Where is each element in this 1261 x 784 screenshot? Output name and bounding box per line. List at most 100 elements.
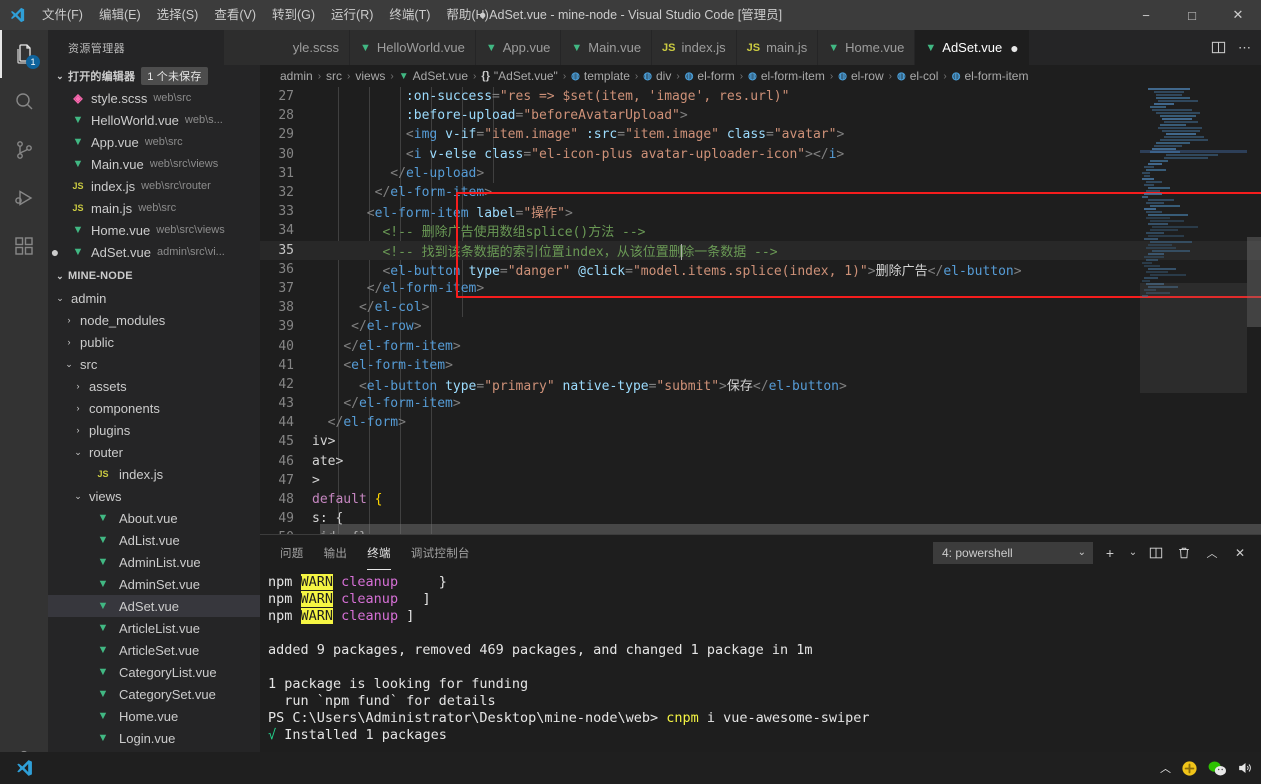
code-line[interactable]: 48 default {	[260, 490, 1261, 509]
editor-tab[interactable]: ▼ AdSet.vue ●	[915, 30, 1030, 65]
tree-file[interactable]: JS index.js	[48, 463, 260, 485]
tree-folder[interactable]: › components	[48, 397, 260, 419]
panel-tab-terminal[interactable]: 终端	[357, 535, 401, 570]
code-line[interactable]: 31 </el-upload>	[260, 164, 1261, 183]
tray-volume-icon[interactable]	[1237, 760, 1253, 776]
terminal-selector[interactable]: 4: powershell ⌄	[933, 541, 1093, 564]
tray-wechat-icon[interactable]	[1208, 760, 1227, 777]
code-line[interactable]: 28 :before-upload="beforeAvatarUpload">	[260, 106, 1261, 125]
taskbar-vscode-icon[interactable]	[4, 752, 44, 784]
tree-file[interactable]: ▼ Home.vue	[48, 705, 260, 727]
breadcrumb-item[interactable]: ◍ el-row	[838, 69, 883, 83]
code-editor[interactable]: 27 :on-success="res => $set(item, 'image…	[260, 87, 1261, 534]
activity-explorer-icon[interactable]: 1	[0, 30, 48, 78]
new-terminal-dropdown-icon[interactable]: ⌄	[1127, 542, 1139, 564]
code-line[interactable]: 40 </el-form-item>	[260, 336, 1261, 355]
code-line[interactable]: 33 <el-form-item label="操作">	[260, 202, 1261, 221]
breadcrumb-item[interactable]: admin	[280, 69, 313, 83]
editor-horizontal-scrollbar[interactable]	[320, 524, 1261, 534]
tree-file[interactable]: ▼ AdminSet.vue	[48, 573, 260, 595]
breadcrumb-item[interactable]: ◍ el-form	[685, 69, 735, 83]
maximize-button[interactable]: □	[1169, 0, 1215, 30]
code-line[interactable]: 41 <el-form-item>	[260, 356, 1261, 375]
maximize-panel-icon[interactable]: ︿	[1201, 542, 1223, 564]
code-line[interactable]: 27 :on-success="res => $set(item, 'image…	[260, 87, 1261, 106]
tree-file[interactable]: ▼ Login.vue	[48, 727, 260, 749]
open-editors-header[interactable]: ⌄ 打开的编辑器 1 个未保存	[48, 65, 260, 87]
tree-folder[interactable]: ⌄ admin	[48, 287, 260, 309]
breadcrumb-item[interactable]: ◍ el-form-item	[952, 69, 1029, 83]
activity-extensions-icon[interactable]	[0, 222, 48, 270]
tree-folder[interactable]: › public	[48, 331, 260, 353]
code-line[interactable]: 32 </el-form-item>	[260, 183, 1261, 202]
open-editor-item[interactable]: ▼ Main.vue web\src\views	[48, 153, 260, 175]
code-line[interactable]: 44 </el-form>	[260, 413, 1261, 432]
breadcrumb-item[interactable]: ▼ AdSet.vue	[399, 69, 468, 83]
activity-run-debug-icon[interactable]	[0, 174, 48, 222]
code-line[interactable]: 42 <el-button type="primary" native-type…	[260, 375, 1261, 394]
menu-item-view[interactable]: 查看(V)	[206, 0, 264, 30]
open-editor-item[interactable]: ▼ App.vue web\src	[48, 131, 260, 153]
open-editor-item[interactable]: ◈ style.scss web\src	[48, 87, 260, 109]
code-line[interactable]: 39 </el-row>	[260, 317, 1261, 336]
breadcrumb-item[interactable]: ◍ div	[643, 69, 671, 83]
minimap-slider[interactable]	[1140, 283, 1247, 393]
editor-vertical-scrollbar[interactable]	[1247, 87, 1261, 534]
code-line[interactable]: 47 >	[260, 471, 1261, 490]
tree-file[interactable]: ▼ About.vue	[48, 507, 260, 529]
open-editor-item[interactable]: JS main.js web\src	[48, 197, 260, 219]
code-line[interactable]: 29 <img v-if="item.image" :src="item.ima…	[260, 125, 1261, 144]
menu-item-terminal[interactable]: 终端(T)	[381, 0, 438, 30]
code-line[interactable]: 43 </el-form-item>	[260, 394, 1261, 413]
tree-file[interactable]: ▼ AdminList.vue	[48, 551, 260, 573]
tree-folder[interactable]: ⌄ views	[48, 485, 260, 507]
tree-folder[interactable]: ⌄ router	[48, 441, 260, 463]
tree-file[interactable]: ▼ AdList.vue	[48, 529, 260, 551]
code-line[interactable]: 35 <!-- 找到该条数据的索引位置index，从该位置删除一条数据 -->	[260, 240, 1261, 260]
panel-tab-problems[interactable]: 问题	[270, 535, 314, 570]
tray-expand-icon[interactable]: ︿	[1160, 760, 1171, 776]
panel-tab-output[interactable]: 输出	[314, 535, 358, 570]
code-line[interactable]: 36 <el-button type="danger" @click="mode…	[260, 260, 1261, 279]
activity-source-control-icon[interactable]	[0, 126, 48, 174]
editor-tab[interactable]: ▼ App.vue	[475, 30, 562, 65]
workspace-header[interactable]: ⌄ MINE-NODE	[48, 265, 260, 287]
menu-item-help[interactable]: 帮助(H)	[438, 0, 496, 30]
open-editor-item[interactable]: ▼ HelloWorld.vue web\s...	[48, 109, 260, 131]
split-terminal-icon[interactable]	[1145, 542, 1167, 564]
breadcrumb-item[interactable]: ◍ el-form-item	[748, 69, 825, 83]
breadcrumb-item[interactable]: ◍ el-col	[897, 69, 938, 83]
new-terminal-button[interactable]: +	[1099, 542, 1121, 564]
close-button[interactable]: ✕	[1215, 0, 1261, 30]
code-line[interactable]: 45 iv>	[260, 432, 1261, 451]
close-panel-icon[interactable]: ✕	[1229, 542, 1251, 564]
open-editor-item[interactable]: ▼ Home.vue web\src\views	[48, 219, 260, 241]
open-editor-item[interactable]: ● ▼ AdSet.vue admin\src\vi...	[48, 241, 260, 263]
tree-folder[interactable]: › plugins	[48, 419, 260, 441]
breadcrumb-item[interactable]: src	[326, 69, 342, 83]
code-line[interactable]: 46 ate>	[260, 452, 1261, 471]
breadcrumb-item[interactable]: views	[355, 69, 385, 83]
menu-item-go[interactable]: 转到(G)	[264, 0, 323, 30]
tree-file[interactable]: ▼ ArticleList.vue	[48, 617, 260, 639]
tree-file[interactable]: ▼ AdSet.vue	[48, 595, 260, 617]
panel-tab-debug-console[interactable]: 调试控制台	[401, 535, 480, 570]
tree-file[interactable]: ▼ CategorySet.vue	[48, 683, 260, 705]
menu-item-run[interactable]: 运行(R)	[323, 0, 381, 30]
activity-search-icon[interactable]	[0, 78, 48, 126]
editor-tab[interactable]: JS main.js	[736, 30, 819, 65]
tree-file[interactable]: ▼ ArticleSet.vue	[48, 639, 260, 661]
tree-file[interactable]: ▼ CategoryList.vue	[48, 661, 260, 683]
tree-folder[interactable]: ⌄ src	[48, 353, 260, 375]
code-line[interactable]: 37 </el-form-item>	[260, 279, 1261, 298]
editor-tab[interactable]: yle.scss	[224, 30, 350, 65]
tray-update-icon[interactable]	[1181, 760, 1198, 777]
kill-terminal-icon[interactable]	[1173, 542, 1195, 564]
breadcrumb-item[interactable]: {} "AdSet.vue"	[481, 69, 557, 83]
open-editor-item[interactable]: JS index.js web\src\router	[48, 175, 260, 197]
code-line[interactable]: 34 <!-- 删除广告使用数组splice()方法 -->	[260, 221, 1261, 240]
editor-tab[interactable]: ▼ Home.vue	[818, 30, 916, 65]
editor-tab[interactable]: JS index.js	[652, 30, 737, 65]
code-line[interactable]: 30 <i v-else class="el-icon-plus avatar-…	[260, 145, 1261, 164]
menu-item-file[interactable]: 文件(F)	[34, 0, 91, 30]
